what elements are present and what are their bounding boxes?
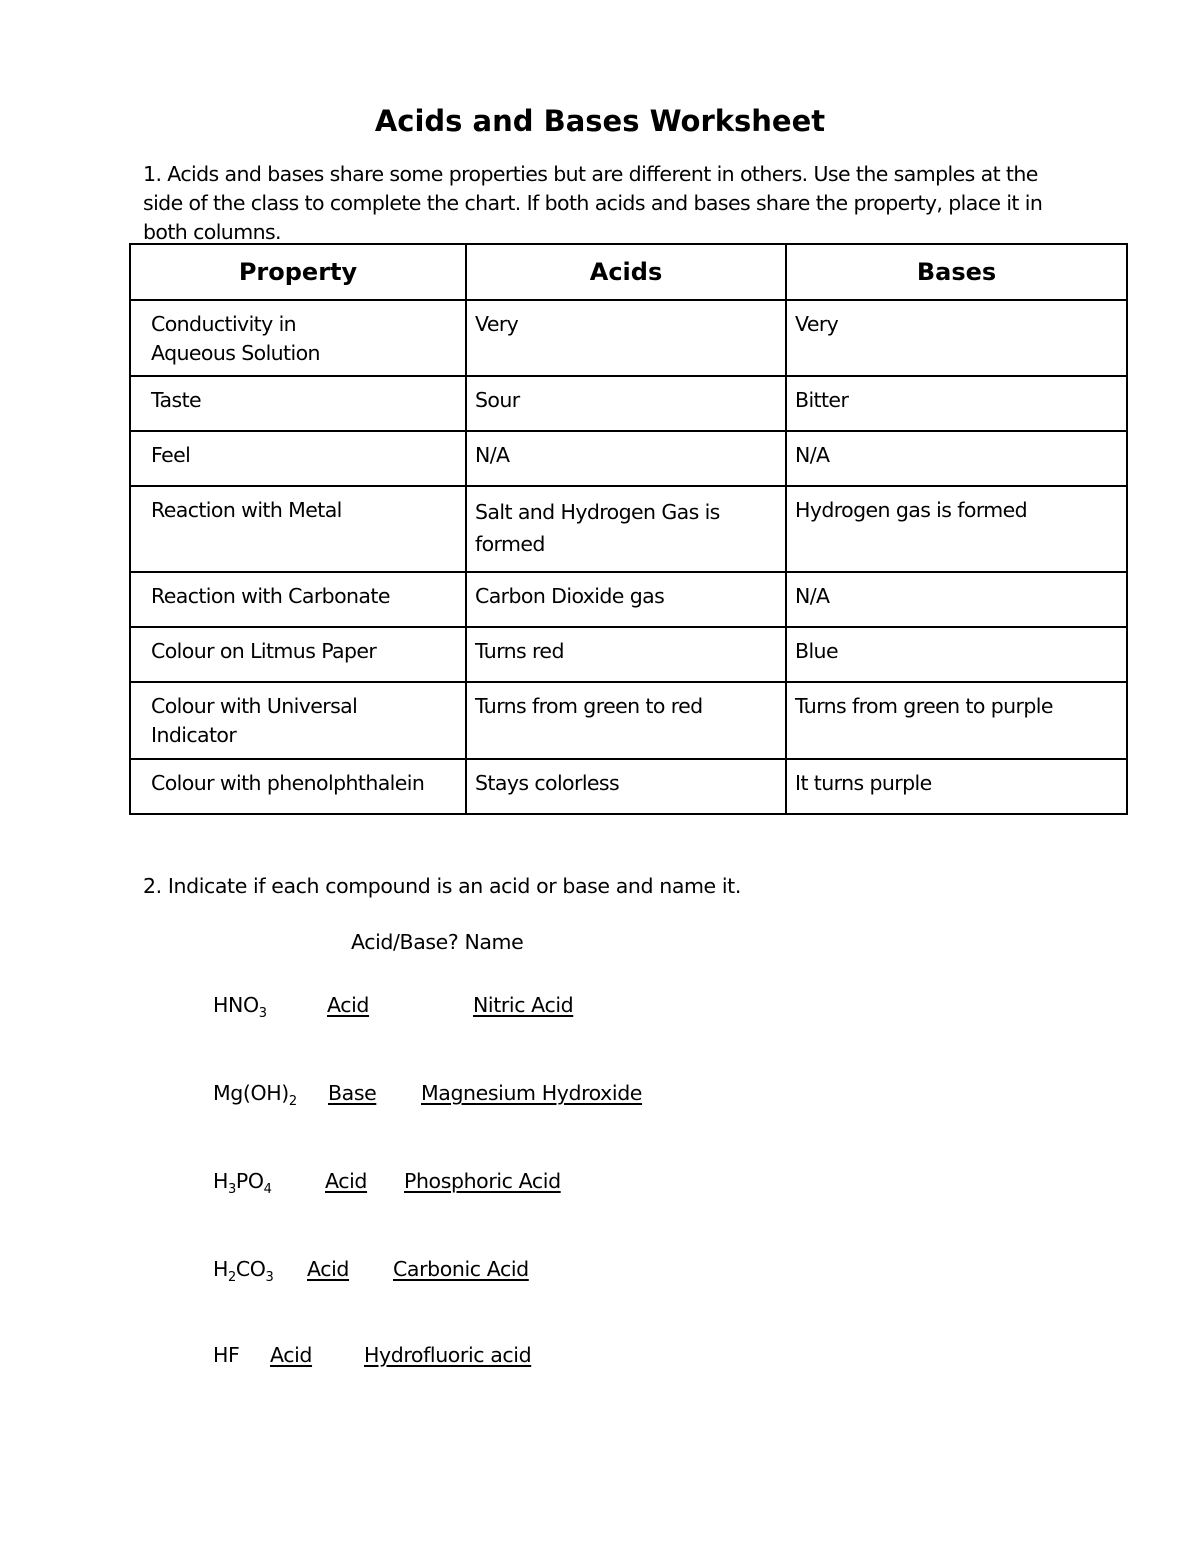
table-row: Reaction with Carbonate Carbon Dioxide g… (129, 571, 1128, 628)
property-cell: Colour with phenolphthalein (151, 771, 425, 795)
table-row: Colour with phenolphthalein Stays colorl… (129, 758, 1128, 815)
acids-cell: Very (475, 312, 519, 336)
compound-name-answer: Phosphoric Acid (404, 1169, 561, 1193)
table-row: Feel N/A N/A (129, 430, 1128, 487)
acids-cell: N/A (475, 443, 510, 467)
table-row: Reaction with Metal Salt and Hydrogen Ga… (129, 485, 1128, 573)
formula-part: CO (235, 1257, 266, 1281)
compound-name-answer: Carbonic Acid (393, 1257, 529, 1281)
compound-type-answer: Acid (327, 993, 370, 1017)
formula-part: PO (235, 1169, 264, 1193)
table-row: Conductivity in Aqueous Solution Very Ve… (129, 299, 1128, 377)
acids-cell: Stays colorless (475, 771, 620, 795)
compound-formula: H2CO3 (213, 1257, 274, 1284)
bases-cell: Bitter (795, 388, 849, 412)
compound-type-answer: Base (328, 1081, 377, 1105)
property-cell: Colour on Litmus Paper (151, 639, 377, 663)
bases-cell: Hydrogen gas is formed (795, 498, 1028, 522)
compound-type-answer: Acid (307, 1257, 350, 1281)
answer-column-header: Acid/Base? Name (351, 930, 524, 954)
worksheet-title: Acids and Bases Worksheet (374, 104, 826, 138)
compound-name-answer: Hydrofluoric acid (364, 1343, 532, 1367)
question-1-prompt: 1. Acids and bases share some properties… (143, 162, 1043, 244)
acids-cell: Turns red (475, 639, 564, 663)
bases-cell: It turns purple (795, 771, 932, 795)
formula-subscript: 3 (258, 1006, 267, 1021)
table-row: Taste Sour Bitter (129, 375, 1128, 432)
bases-cell: Very (795, 312, 839, 336)
formula-part: Mg(OH) (213, 1081, 289, 1105)
bases-cell: N/A (795, 584, 830, 608)
formula-part: H (213, 1257, 229, 1281)
formula-subscript: 2 (288, 1094, 297, 1109)
compound-name-answer: Nitric Acid (473, 993, 574, 1017)
acids-cell: Carbon Dioxide gas (475, 584, 665, 608)
property-cell: Reaction with Carbonate (151, 584, 390, 608)
compound-formula: HF (213, 1343, 240, 1367)
acids-cell: Salt and Hydrogen Gas is formed (475, 500, 720, 556)
bases-cell: Blue (795, 639, 839, 663)
acids-cell: Sour (475, 388, 520, 412)
bases-cell: N/A (795, 443, 830, 467)
formula-subscript: 3 (228, 1182, 236, 1197)
formula-part: HNO (213, 993, 259, 1017)
compound-name-answer: Magnesium Hydroxide (421, 1081, 643, 1105)
compound-formula: Mg(OH)2 (213, 1081, 297, 1108)
table-row: Colour on Litmus Paper Turns red Blue (129, 626, 1128, 683)
compound-type-answer: Acid (325, 1169, 368, 1193)
table-header-row: Property Acids Bases (129, 243, 1128, 301)
compound-type-answer: Acid (270, 1343, 313, 1367)
formula-part: H (213, 1169, 229, 1193)
compound-formula: H3PO4 (213, 1169, 272, 1196)
header-acids: Acids (465, 243, 787, 301)
property-cell: Feel (151, 443, 191, 467)
compound-formula: HNO3 (213, 993, 267, 1020)
property-cell: Taste (151, 388, 202, 412)
header-property: Property (129, 243, 467, 301)
property-cell: Reaction with Metal (151, 498, 342, 522)
formula-subscript: 4 (263, 1182, 272, 1197)
properties-table: Property Acids Bases Conductivity in Aqu… (129, 243, 1128, 815)
formula-subscript: 3 (265, 1270, 274, 1285)
header-bases: Bases (785, 243, 1128, 301)
question-2-prompt: 2. Indicate if each compound is an acid … (143, 874, 741, 898)
property-cell: Colour with Universal Indicator (151, 694, 358, 747)
table-row: Colour with Universal Indicator Turns fr… (129, 681, 1128, 760)
acids-cell: Turns from green to red (475, 694, 703, 718)
bases-cell: Turns from green to purple (795, 694, 1053, 718)
formula-subscript: 2 (228, 1270, 236, 1285)
property-cell: Conductivity in Aqueous Solution (151, 312, 321, 365)
